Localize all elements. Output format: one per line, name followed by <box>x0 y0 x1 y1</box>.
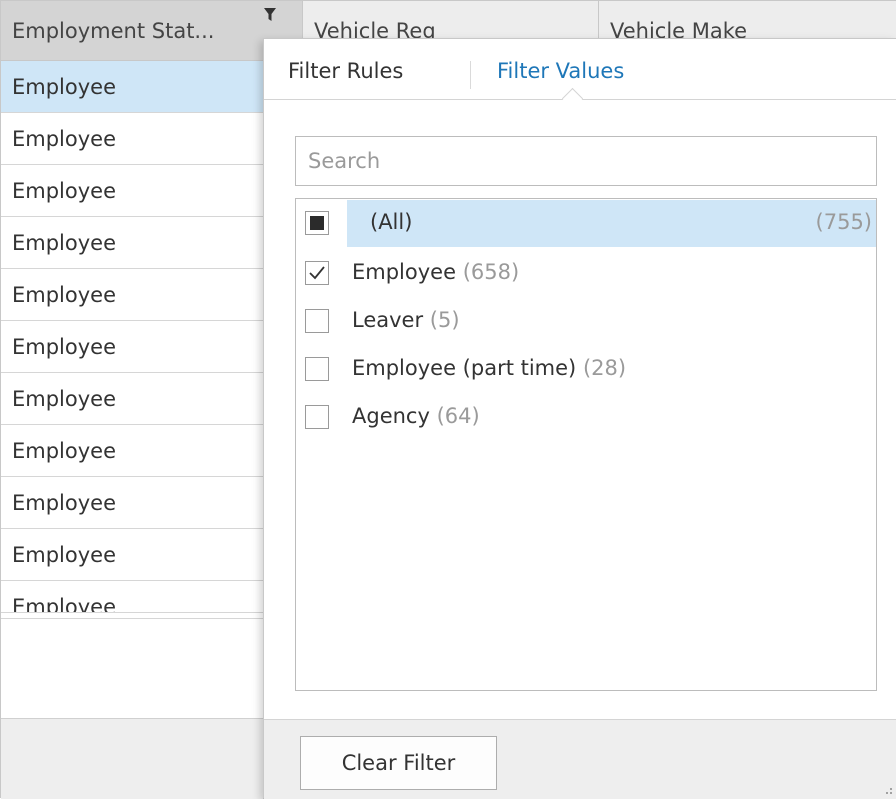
filter-funnel-icon[interactable] <box>263 7 277 23</box>
item-count: (64) <box>436 404 480 428</box>
table-row[interactable]: Employee <box>1 165 264 217</box>
item-label: (All) <box>370 210 413 234</box>
tab-filter-rules[interactable]: Filter Rules <box>288 57 403 85</box>
resize-grip-icon[interactable] <box>881 783 893 795</box>
item-count: (28) <box>582 356 627 380</box>
search-input[interactable] <box>295 136 877 186</box>
item-count: (5) <box>429 308 460 332</box>
active-tab-indicator <box>561 87 584 110</box>
list-item[interactable]: Employee (658) <box>296 249 876 297</box>
item-checkbox[interactable] <box>305 309 329 333</box>
tab-filter-values[interactable]: Filter Values <box>497 57 624 85</box>
item-text: Leaver (5) <box>352 305 460 335</box>
item-text: Agency (64) <box>352 401 480 431</box>
item-text: Employee (part time) (28) <box>352 353 626 383</box>
filter-values-list: (All) (755) Employee (658) Leaver (5) Em… <box>295 198 877 691</box>
item-count: (658) <box>462 260 520 284</box>
list-item[interactable]: Employee (part time) (28) <box>296 345 876 393</box>
checkmark-icon <box>309 266 325 280</box>
item-checkbox[interactable] <box>305 261 329 285</box>
item-label: Agency <box>352 404 430 428</box>
filter-popup: Filter Rules Filter Values (All) (755) E… <box>263 38 896 799</box>
table-row[interactable]: Employee <box>1 269 264 321</box>
table-row[interactable]: Employee <box>1 61 264 113</box>
table-row[interactable]: Employee <box>1 425 264 477</box>
item-checkbox[interactable] <box>305 357 329 381</box>
list-item[interactable]: Agency (64) <box>296 393 876 441</box>
table-row[interactable]: Employee <box>1 581 264 613</box>
grid-empty-area <box>1 618 264 718</box>
item-label: Employee <box>352 260 457 284</box>
clear-filter-button[interactable]: Clear Filter <box>300 736 497 790</box>
table-row[interactable]: Employee <box>1 529 264 581</box>
item-checkbox[interactable] <box>305 405 329 429</box>
table-row[interactable]: Employee <box>1 217 264 269</box>
item-highlight <box>347 200 876 247</box>
item-count: (755) <box>815 210 872 234</box>
table-row[interactable]: Employee <box>1 477 264 529</box>
table-row[interactable]: Employee <box>1 321 264 373</box>
column-header-employment-status[interactable]: Employment Stat... <box>1 1 303 61</box>
tab-divider <box>470 61 471 89</box>
item-label: Employee (part time) <box>352 356 577 380</box>
table-row[interactable]: Employee <box>1 113 264 165</box>
table-row[interactable]: Employee <box>1 373 264 425</box>
select-all-checkbox[interactable] <box>305 211 329 235</box>
item-label: Leaver <box>352 308 424 332</box>
list-item-all[interactable]: (All) (755) <box>296 199 876 247</box>
grid-rows: Employee Employee Employee Employee Empl… <box>1 61 264 613</box>
grid-footer <box>1 718 264 799</box>
filter-tabs: Filter Rules Filter Values <box>264 39 896 110</box>
column-header-label: Employment Stat... <box>12 19 215 43</box>
list-item[interactable]: Leaver (5) <box>296 297 876 345</box>
item-text: Employee (658) <box>352 257 519 287</box>
filter-footer: Clear Filter <box>264 719 896 799</box>
